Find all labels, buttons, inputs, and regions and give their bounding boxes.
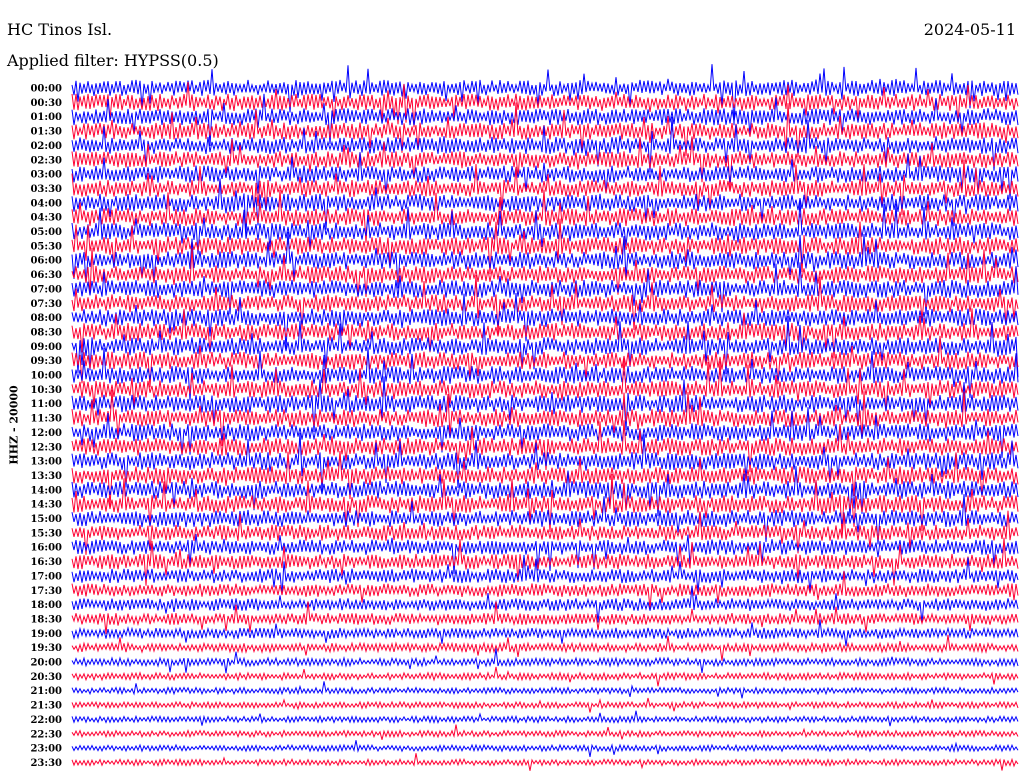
y-tick-label: 19:00 <box>30 629 62 640</box>
y-tick-label: 05:00 <box>30 227 62 238</box>
y-tick-label: 07:00 <box>30 284 62 295</box>
trace-line <box>71 753 1019 771</box>
y-tick-label: 06:30 <box>30 270 62 281</box>
y-tick-label: 20:00 <box>30 658 62 669</box>
y-tick-label: 01:00 <box>30 112 62 123</box>
trace-line <box>71 724 1019 740</box>
y-tick-label: 11:00 <box>30 399 62 410</box>
y-tick-label: 06:00 <box>30 256 62 267</box>
helicorder-plot: 00:00 00:30 01:00 01:30 02:00 02:30 03:00 03:30… <box>30 64 1019 771</box>
y-tick-label: 04:00 <box>30 198 62 209</box>
y-tick-label: 18:00 <box>30 600 62 611</box>
trace-line <box>71 697 1019 713</box>
y-tick-label: 23:00 <box>30 744 62 755</box>
trace-line <box>71 740 1019 757</box>
trace-line <box>71 601 1019 634</box>
y-tick-label: 15:30 <box>30 528 62 539</box>
y-tick-label: 03:00 <box>30 170 62 181</box>
y-tick-label: 05:30 <box>30 241 62 252</box>
trace-line <box>71 681 1019 699</box>
y-tick-label: 04:30 <box>30 213 62 224</box>
y-tick-label: 20:30 <box>30 672 62 683</box>
trace-line <box>71 710 1019 727</box>
y-tick-label: 09:00 <box>30 342 62 353</box>
y-tick-label: 18:30 <box>30 614 62 625</box>
y-tick-label: 14:30 <box>30 500 62 511</box>
y-tick-label: 17:00 <box>30 571 62 582</box>
y-tick-label: 01:30 <box>30 127 62 138</box>
y-tick-label: 17:30 <box>30 586 62 597</box>
trace-line <box>71 634 1019 661</box>
y-tick-label: 02:00 <box>30 141 62 152</box>
y-tick-label: 21:00 <box>30 686 62 697</box>
y-tick-label: 16:30 <box>30 557 62 568</box>
y-tick-label: 13:30 <box>30 471 62 482</box>
y-tick-label: 12:30 <box>30 442 62 453</box>
y-tick-label: 10:30 <box>30 385 62 396</box>
y-tick-label: 10:00 <box>30 371 62 382</box>
y-tick-label: 03:30 <box>30 184 62 195</box>
y-tick-label: 23:30 <box>30 758 62 769</box>
y-tick-label: 00:30 <box>30 98 62 109</box>
y-tick-label: 13:00 <box>30 457 62 468</box>
y-tick-label: 22:00 <box>30 715 62 726</box>
y-tick-label: 19:30 <box>30 643 62 654</box>
y-tick-label: 02:30 <box>30 155 62 166</box>
y-tick-label: 14:00 <box>30 485 62 496</box>
y-tick-label: 16:00 <box>30 543 62 554</box>
trace-line <box>71 432 1019 492</box>
y-tick-label: 09:30 <box>30 356 62 367</box>
trace-line <box>71 473 1019 536</box>
y-tick-label: 21:30 <box>30 701 62 712</box>
y-tick-label: 12:00 <box>30 428 62 439</box>
trace-line <box>71 666 1019 687</box>
y-tick-label: 00:00 <box>30 84 62 95</box>
y-tick-label: 15:00 <box>30 514 62 525</box>
trace-line <box>71 533 1019 574</box>
y-tick-label: 22:30 <box>30 729 62 740</box>
y-tick-label: 08:00 <box>30 313 62 324</box>
y-tick-label: 08:30 <box>30 327 62 338</box>
y-tick-label: 11:30 <box>30 414 62 425</box>
y-tick-label: 07:30 <box>30 299 62 310</box>
